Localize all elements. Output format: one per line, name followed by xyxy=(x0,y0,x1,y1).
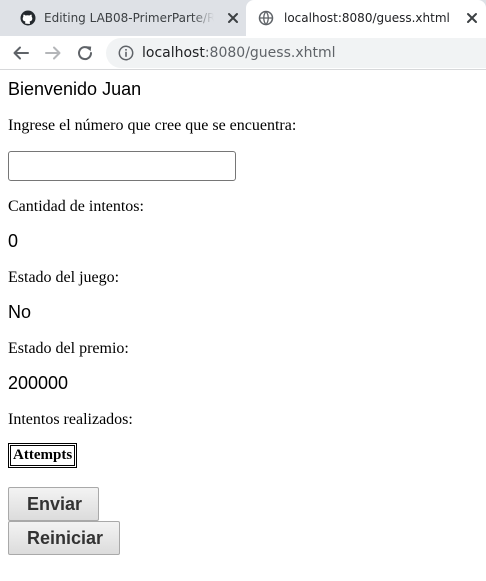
github-icon xyxy=(20,10,36,26)
arrow-left-icon[interactable] xyxy=(12,44,30,62)
attempts-table: Attempts xyxy=(8,443,78,468)
tab-title: localhost:8080/guess.xhtml xyxy=(284,11,450,25)
attempts-column-header: Attempts xyxy=(10,445,76,466)
close-icon[interactable] xyxy=(465,11,479,25)
attempts-count-value: 0 xyxy=(8,231,19,251)
url-host: localhost xyxy=(142,45,205,61)
url-path: :8080/guess.xhtml xyxy=(204,45,336,61)
welcome-heading: Bienvenido Juan xyxy=(8,79,142,99)
prize-label: Estado del premio: xyxy=(8,340,129,357)
prize-value: 200000 xyxy=(8,373,69,393)
reset-button[interactable]: Reiniciar xyxy=(8,521,120,555)
tab-title: Editing LAB08-PrimerParte/Readme xyxy=(44,10,214,26)
game-state-value: No xyxy=(8,302,32,322)
send-button[interactable]: Enviar xyxy=(8,487,99,521)
tab-localhost-guess[interactable]: localhost:8080/guess.xhtml xyxy=(246,0,486,36)
guess-input[interactable] xyxy=(8,151,236,181)
page-content: Bienvenido Juan Ingrese el número que cr… xyxy=(0,71,486,581)
attempts-count-label: Cantidad de intentos: xyxy=(8,198,144,215)
reload-icon[interactable] xyxy=(76,44,94,62)
address-url: localhost:8080/guess.xhtml xyxy=(142,45,336,61)
table-header-row: Attempts xyxy=(10,445,76,466)
arrow-right-icon[interactable] xyxy=(44,44,62,62)
browser-toolbar: localhost:8080/guess.xhtml xyxy=(0,36,486,70)
close-icon[interactable] xyxy=(226,11,240,25)
address-bar[interactable]: localhost:8080/guess.xhtml xyxy=(106,38,486,68)
attempts-history-label: Intentos realizados: xyxy=(8,411,133,428)
tab-github-editing[interactable]: Editing LAB08-PrimerParte/Readme xyxy=(0,0,246,36)
tab-strip: Editing LAB08-PrimerParte/Readme localho… xyxy=(0,0,486,36)
info-icon[interactable] xyxy=(118,45,134,61)
guess-prompt-label: Ingrese el número que cree que se encuen… xyxy=(8,117,297,134)
game-state-label: Estado del juego: xyxy=(8,269,120,286)
globe-icon xyxy=(258,10,274,26)
